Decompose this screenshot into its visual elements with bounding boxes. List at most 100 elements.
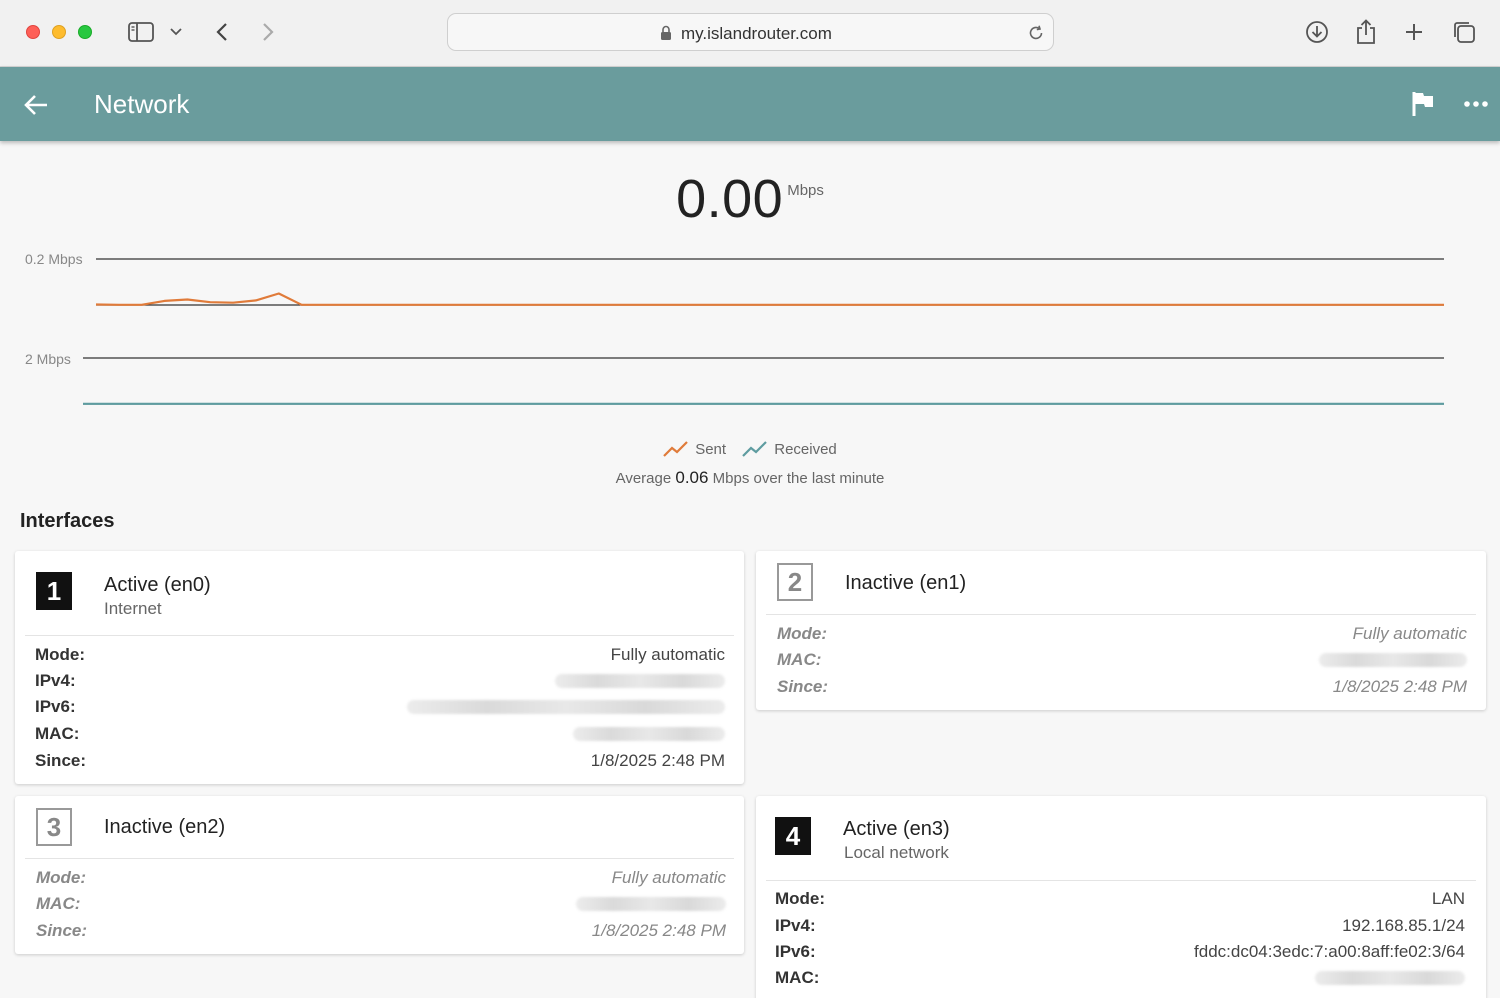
detail-key: IPv4:: [35, 671, 76, 690]
interface-card-en0[interactable]: 1 Active (en0) Internet Mode: Fully auto…: [15, 551, 744, 784]
detail-key: Since:: [35, 751, 87, 770]
redacted-value: [407, 700, 725, 714]
detail-value: 192.168.85.1/24: [1342, 916, 1465, 935]
divider: [25, 635, 734, 636]
plus-icon[interactable]: [1399, 18, 1429, 46]
detail-row-ipv6: IPv6:: [35, 694, 725, 720]
interface-card-en3[interactable]: 4 Active (en3) Local network Mode: LAN I…: [756, 796, 1486, 998]
detail-key: Mode:: [35, 645, 86, 664]
detail-row-ipv4: IPv4:: [35, 668, 725, 694]
redacted-value: [555, 674, 725, 688]
address-bar[interactable]: my.islandrouter.com: [447, 13, 1054, 51]
interface-status: Inactive (en2): [104, 816, 226, 838]
detail-key: Mode:: [36, 868, 87, 887]
interface-card-en2[interactable]: 3 Inactive (en2) Mode: Fully automatic M…: [15, 796, 744, 954]
interface-status: Active (en3): [843, 818, 950, 840]
chevron-right-icon: [263, 23, 274, 41]
interface-role: Local network: [844, 843, 949, 862]
interface-number-badge: 3: [36, 808, 72, 846]
interface-role: Internet: [104, 599, 162, 618]
detail-key: MAC:: [35, 724, 80, 743]
detail-value: fddc:dc04:3edc:7:a00:8aff:fe02:3/64: [1194, 942, 1465, 961]
detail-row-mac: MAC:: [36, 891, 726, 917]
reload-icon[interactable]: [1025, 22, 1047, 44]
detail-value: 1/8/2025 2:48 PM: [1332, 677, 1467, 696]
detail-row-mac: MAC:: [777, 647, 1467, 673]
divider: [766, 880, 1476, 881]
traffic-chart: 0.2 Mbps 2 Mbps: [25, 251, 1444, 405]
redacted-value: [576, 897, 726, 911]
detail-row-mode: Mode: Fully automatic: [36, 865, 726, 891]
sent-scale-label: 0.2 Mbps: [25, 251, 83, 267]
detail-row-mode: Mode: Fully automatic: [35, 642, 725, 668]
app-header: Network: [0, 67, 1500, 141]
detail-key: MAC:: [777, 650, 822, 669]
legend-received[interactable]: Received: [742, 440, 837, 458]
legend-received-label: Received: [774, 440, 837, 458]
close-window-button[interactable]: [26, 25, 40, 39]
detail-key: Since:: [36, 921, 88, 940]
zoom-window-button[interactable]: [78, 25, 92, 39]
chart-legend: Sent Received: [0, 440, 1500, 462]
current-throughput: 0.00 Mbps: [0, 168, 1500, 230]
chevron-left-icon: [216, 23, 227, 41]
detail-key: MAC:: [36, 894, 81, 913]
detail-key: MAC:: [775, 968, 820, 987]
minimize-window-button[interactable]: [52, 25, 66, 39]
redacted-value: [1319, 653, 1467, 667]
forward-button[interactable]: [253, 18, 283, 46]
lock-icon: [660, 25, 672, 46]
detail-value: 1/8/2025 2:48 PM: [590, 751, 725, 770]
interface-number-badge: 2: [777, 563, 813, 601]
back-button[interactable]: [207, 18, 237, 46]
detail-value: Fully automatic: [610, 645, 725, 664]
url-text: my.islandrouter.com: [681, 24, 832, 43]
divider: [25, 858, 734, 859]
interface-status: Inactive (en1): [845, 572, 967, 594]
average-value: 0.06: [675, 468, 709, 487]
detail-value: Fully automatic: [611, 868, 726, 887]
detail-key: Mode:: [775, 889, 826, 908]
detail-row-ipv6: IPv6: fddc:dc04:3edc:7:a00:8aff:fe02:3/6…: [775, 939, 1465, 965]
flag-icon[interactable]: [1410, 90, 1438, 118]
sent-series-line: [95, 292, 1444, 306]
throughput-value: 0.00: [676, 169, 784, 229]
page-title: Network: [94, 89, 190, 119]
average-prefix: Average: [615, 470, 672, 487]
detail-row-since: Since: 1/8/2025 2:48 PM: [777, 674, 1467, 700]
legend-sent[interactable]: Sent: [663, 440, 726, 458]
detail-value: LAN: [1431, 889, 1465, 908]
redacted-value: [573, 727, 725, 741]
interfaces-heading: Interfaces: [20, 510, 115, 532]
detail-row-mac: MAC:: [35, 721, 725, 747]
detail-key: IPv4:: [775, 916, 816, 935]
detail-row-mode: Mode: LAN: [775, 886, 1465, 912]
detail-value: 1/8/2025 2:48 PM: [591, 921, 726, 940]
throughput-unit: Mbps: [787, 182, 824, 199]
legend-sent-label: Sent: [695, 440, 727, 458]
detail-key: Mode:: [777, 624, 828, 643]
interface-status: Active (en0): [104, 574, 211, 596]
trend-line-icon: [663, 441, 688, 457]
interface-card-en1[interactable]: 2 Inactive (en1) Mode: Fully automatic M…: [756, 551, 1486, 710]
arrow-left-icon[interactable]: [22, 91, 50, 119]
detail-value: Fully automatic: [1352, 624, 1467, 643]
tabs-overview-icon[interactable]: [1449, 18, 1479, 46]
redacted-value: [1315, 971, 1465, 985]
interface-number-badge: 1: [36, 572, 72, 610]
interface-number-badge: 4: [775, 817, 811, 855]
browser-toolbar: my.islandrouter.com: [0, 0, 1500, 67]
more-horizontal-icon[interactable]: [1462, 90, 1490, 118]
sidebar-icon[interactable]: [126, 18, 156, 46]
share-icon[interactable]: [1351, 18, 1381, 46]
detail-key: IPv6:: [35, 697, 76, 716]
average-summary: Average 0.06 Mbps over the last minute: [0, 468, 1500, 488]
received-scale-label: 2 Mbps: [25, 351, 71, 367]
detail-row-mode: Mode: Fully automatic: [777, 621, 1467, 647]
detail-key: IPv6:: [775, 942, 816, 961]
average-suffix: Mbps over the last minute: [712, 470, 885, 487]
detail-row-ipv4: IPv4: 192.168.85.1/24: [775, 913, 1465, 939]
download-icon[interactable]: [1302, 18, 1332, 46]
chevron-down-icon[interactable]: [162, 18, 190, 46]
detail-row-since: Since: 1/8/2025 2:48 PM: [35, 748, 725, 774]
